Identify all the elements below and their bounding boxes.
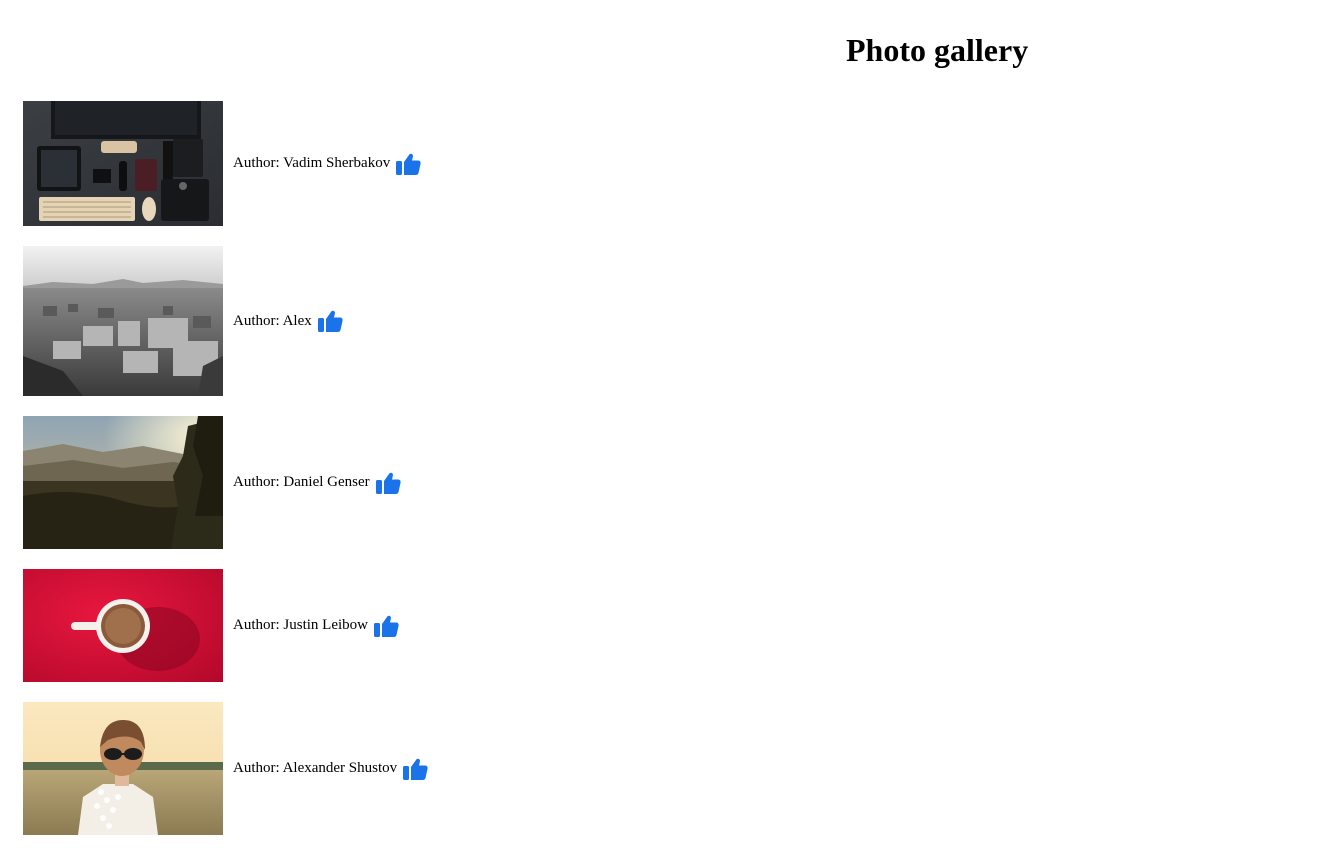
thumbs-up-icon [374,615,399,637]
thumbs-up-icon [375,472,401,494]
thumbs-up-icon [403,758,428,780]
gallery-item: Author: Alexander Shustov [23,702,428,835]
gallery-item: Author: Daniel Genser [23,416,401,549]
page-title: Photo gallery [846,32,1029,68]
sunset-landscape-photo [23,416,223,549]
author-label: Author: Vadim Sherbakov [233,155,391,171]
author-label: Author: Daniel Genser [233,474,370,490]
like-button[interactable] [317,309,343,333]
thumbs-up-icon [396,153,421,175]
like-button[interactable] [395,152,421,176]
thumbs-up-icon [317,310,343,332]
like-button[interactable] [402,757,428,781]
gallery-item: Author: Justin Leibow [23,569,399,682]
like-button[interactable] [375,471,401,495]
author-label: Author: Justin Leibow [233,617,368,633]
gallery-item: Author: Vadim Sherbakov [23,101,421,226]
portrait-field-photo [23,702,223,835]
coffee-cup-photo [23,569,223,682]
desk-setup-photo [23,101,223,226]
gallery-item: Author: Alex [23,246,343,396]
author-label: Author: Alex [233,312,312,329]
author-label: Author: Alexander Shustov [233,760,398,776]
like-button[interactable] [373,614,399,638]
city-aerial-photo [23,246,223,396]
